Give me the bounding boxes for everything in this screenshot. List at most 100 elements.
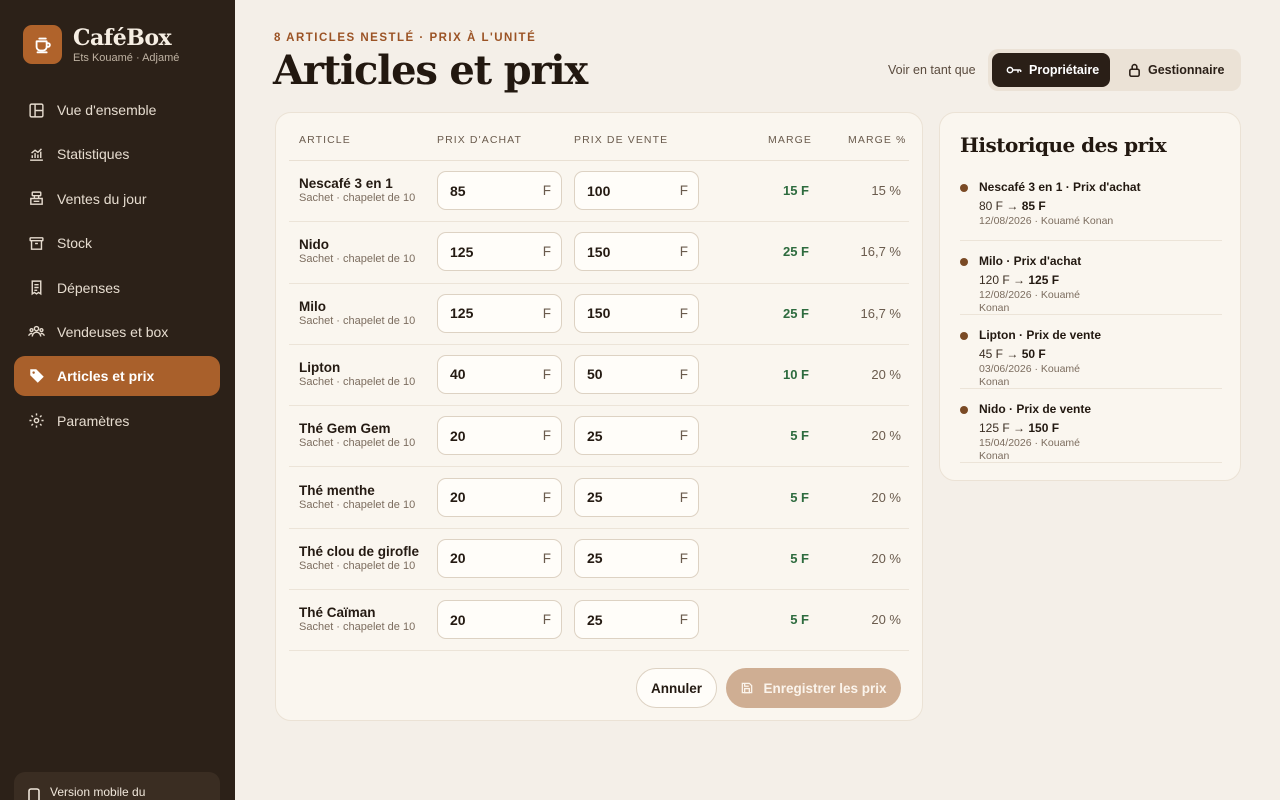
- purchase-price-input[interactable]: 20 F: [437, 600, 562, 640]
- article-name: Thé Caïman: [299, 605, 376, 621]
- role-manager-button[interactable]: Gestionnaire: [1128, 53, 1233, 87]
- history-item: Nescafé 3 en 1 · Prix d'achat 80 F → 85 F…: [960, 179, 1222, 241]
- sidebar-item-vendeuses[interactable]: Vendeuses et box: [14, 312, 220, 352]
- users-icon: [27, 322, 46, 341]
- history-dot: [960, 406, 968, 414]
- old-price: 45 F: [979, 347, 1004, 361]
- history-meta: 03/06/2026 · Kouamé: [979, 363, 1080, 375]
- article-name: Thé clou de girofle: [299, 543, 420, 559]
- purchase-price-value: 20: [450, 550, 466, 567]
- tag-icon: [27, 367, 46, 386]
- sidebar-item-depenses[interactable]: Dépenses: [14, 268, 220, 308]
- lock-icon: [1128, 63, 1141, 77]
- margin-value: 25 F: [782, 305, 809, 321]
- sidebar-item-statistiques[interactable]: Statistiques: [14, 134, 220, 174]
- sidebar-item-stock[interactable]: Stock: [14, 223, 220, 263]
- sale-price-value: 25: [587, 611, 603, 628]
- key-icon: [1006, 64, 1022, 76]
- table-row: Nido Sachet · chapelet de 10 125 F 150 F 25 F 1…: [289, 222, 909, 284]
- role-manager-label: Gestionnaire: [1148, 63, 1225, 77]
- sidebar-item-ventes-du-jour[interactable]: Ventes du jour: [14, 179, 220, 219]
- article-unit: Sachet · chapelet de 10: [299, 621, 416, 634]
- sale-price-input[interactable]: 25 F: [574, 416, 699, 456]
- sale-price-input[interactable]: 25 F: [574, 538, 699, 578]
- currency-suffix: F: [542, 305, 551, 321]
- currency-suffix: F: [542, 428, 551, 444]
- purchase-price-input[interactable]: 20 F: [437, 477, 562, 517]
- column-header-marge-pct: MARGE %: [848, 134, 907, 146]
- sale-price-input[interactable]: 150 F: [574, 293, 699, 333]
- receipt-icon: [27, 278, 46, 297]
- margin-value: 5 F: [790, 550, 809, 566]
- purchase-price-value: 20: [450, 611, 466, 628]
- margin-percent: 20 %: [871, 489, 901, 505]
- currency-suffix: F: [679, 489, 688, 505]
- history-dot: [960, 332, 968, 340]
- view-as-label: Voir en tant que: [888, 63, 976, 77]
- new-price: 125 F: [1028, 273, 1060, 287]
- purchase-price-input[interactable]: 125 F: [437, 232, 562, 272]
- old-price: 120 F: [979, 273, 1010, 287]
- purchase-price-input[interactable]: 40 F: [437, 354, 562, 394]
- purchase-price-input[interactable]: 20 F: [437, 538, 562, 578]
- article-unit: Sachet · chapelet de 10: [299, 375, 416, 388]
- column-header-prix-vente: PRIX DE VENTE: [574, 134, 669, 146]
- sidebar-item-parametres[interactable]: Paramètres: [14, 401, 220, 441]
- save-prices-button[interactable]: Enregistrer les prix: [726, 668, 901, 708]
- history-meta: 15/04/2026 · Kouamé: [979, 437, 1080, 449]
- purchase-price-input[interactable]: 85 F: [437, 171, 562, 210]
- column-header-article: ARTICLE: [299, 134, 351, 146]
- sidebar-item-label: Dépenses: [57, 279, 121, 296]
- history-item-title: Milo · Prix d'achat: [979, 254, 1082, 268]
- purchase-price-input[interactable]: 20 F: [437, 416, 562, 456]
- new-price: 50 F: [1021, 347, 1046, 361]
- brand: CaféBox Ets Kouamé · Adjamé: [23, 25, 179, 64]
- sidebar-item-articles-prix[interactable]: Articles et prix: [14, 356, 220, 397]
- new-price: 150 F: [1028, 421, 1060, 435]
- history-title: Historique des prix: [960, 133, 1167, 157]
- sidebar-item-label: Stock: [57, 235, 93, 252]
- history-meta: 12/08/2026 · Kouamé: [979, 289, 1080, 301]
- history-change: 120 F → 125 F: [979, 273, 1060, 287]
- sale-price-value: 25: [587, 427, 603, 444]
- cancel-button[interactable]: Annuler: [636, 668, 717, 708]
- article-unit: Sachet · chapelet de 10: [299, 437, 416, 450]
- chart-icon: [27, 145, 46, 164]
- sidebar-nav: Vue d'ensemble Statistiques Ventes du jo…: [14, 90, 220, 445]
- history-item: Milo · Prix d'achat 120 F → 125 F 12/08/20…: [960, 253, 1222, 315]
- margin-value: 25 F: [782, 244, 809, 260]
- sidebar: CaféBox Ets Kouamé · Adjamé Vue d'ensemb…: [0, 0, 235, 800]
- page-eyebrow: 8 ARTICLES NESTLÉ · PRIX À L'UNITÉ: [274, 32, 537, 44]
- sale-price-value: 100: [587, 182, 611, 199]
- sale-price-input[interactable]: 50 F: [574, 354, 699, 394]
- sale-price-input[interactable]: 100 F: [574, 171, 699, 210]
- sidebar-item-vue-ensemble[interactable]: Vue d'ensemble: [14, 90, 220, 130]
- purchase-price-value: 85: [450, 182, 466, 199]
- table-row: Lipton Sachet · chapelet de 10 40 F 50 F 10 F 2…: [289, 345, 909, 407]
- article-name: Milo: [299, 298, 326, 314]
- sale-price-input[interactable]: 25 F: [574, 600, 699, 640]
- margin-value: 5 F: [790, 612, 809, 628]
- table-row: Thé menthe Sachet · chapelet de 10 20 F 25 F 5…: [289, 468, 909, 529]
- purchase-price-input[interactable]: 125 F: [437, 293, 562, 333]
- history-change: 125 F → 150 F: [979, 421, 1060, 435]
- currency-suffix: F: [679, 612, 688, 628]
- margin-value: 5 F: [790, 489, 809, 505]
- currency-suffix: F: [679, 244, 688, 260]
- mobile-version-card[interactable]: Version mobile du: [14, 772, 220, 800]
- sale-price-input[interactable]: 150 F: [574, 232, 699, 272]
- table-row: Milo Sachet · chapelet de 10 125 F 150 F 25 F 1…: [289, 284, 909, 345]
- history-meta: Konan: [979, 376, 1010, 388]
- purchase-price-value: 125: [450, 305, 474, 322]
- article-unit: Sachet · chapelet de 10: [299, 498, 416, 511]
- article-name: Thé Gem Gem: [299, 421, 391, 437]
- margin-value: 10 F: [782, 366, 809, 382]
- brand-subtitle: Ets Kouamé · Adjamé: [73, 51, 180, 64]
- sidebar-item-label: Ventes du jour: [57, 190, 147, 207]
- sale-price-input[interactable]: 25 F: [574, 477, 699, 517]
- old-price: 125 F: [979, 421, 1010, 435]
- article-name: Nido: [299, 237, 329, 253]
- role-owner-button[interactable]: Propriétaire: [992, 53, 1110, 87]
- margin-percent: 20 %: [871, 612, 901, 628]
- article-name: Nescafé 3 en 1: [299, 176, 393, 191]
